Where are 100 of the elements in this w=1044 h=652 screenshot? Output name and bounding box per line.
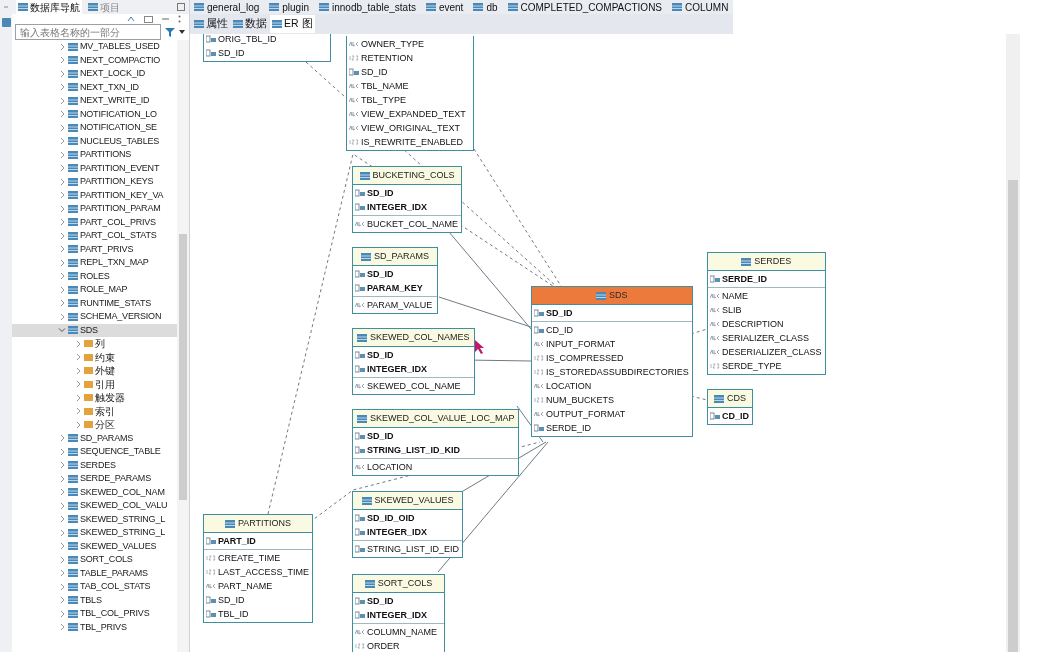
- search-field[interactable]: 输入表格名称的一部分: [15, 24, 161, 40]
- tree-item[interactable]: PART_COL_PRIVS: [12, 215, 177, 229]
- editor-tab[interactable]: COMPLETED_COMPACTIONS: [507, 0, 663, 14]
- editor-tab[interactable]: event: [425, 0, 464, 14]
- entity-card[interactable]: BUCKETING_COLS SD_ID INTEGER_IDX BUCKET_COL_NAME: [352, 166, 463, 233]
- editor-tab[interactable]: COLUMN: [672, 0, 729, 14]
- tree-item[interactable]: TBL_COL_PRIVS: [12, 607, 177, 621]
- dropdown-caret-icon[interactable]: [179, 30, 185, 34]
- entity-card[interactable]: SD_PARAMS SD_ID PARAM_KEY PARAM_VALUE: [352, 247, 438, 314]
- tree-item[interactable]: TBLS: [12, 593, 177, 607]
- scrollbar[interactable]: [1006, 34, 1020, 652]
- tree-item[interactable]: PART_PRIVS: [12, 242, 177, 256]
- tree-item[interactable]: NUCLEUS_TABLES: [12, 134, 177, 148]
- table-icon: [68, 312, 78, 321]
- tree-item[interactable]: NEXT_TXN_ID: [12, 80, 177, 94]
- text-type-icon: [710, 307, 720, 313]
- view-tab[interactable]: ER 图: [270, 15, 315, 33]
- editor-tab[interactable]: plugin: [269, 0, 309, 14]
- editor-tab[interactable]: db: [473, 0, 498, 14]
- editor-tab[interactable]: innodb_table_stats: [318, 0, 416, 14]
- database-icon[interactable]: [1, 18, 11, 27]
- tree-item[interactable]: 外键: [12, 364, 177, 378]
- entity-card[interactable]: PARTITIONS PART_ID CREATE_TIME LAST_ACCESS_TIME PART_NAME SD_ID TBL_ID: [203, 514, 314, 623]
- tree-item[interactable]: NOTIFICATION_SE: [12, 121, 177, 135]
- tree-item[interactable]: NEXT_COMPACTIO: [12, 53, 177, 67]
- tree-item[interactable]: PARTITION_KEY_VA: [12, 188, 177, 202]
- scrollbar-thumb[interactable]: [1008, 180, 1018, 652]
- column-name: IS_REWRITE_ENABLED: [361, 136, 464, 149]
- entity-card[interactable]: SKEWED_COL_NAMES SD_ID INTEGER_IDX SKEWED_COL_NAME: [352, 328, 475, 395]
- tree-item[interactable]: 分区: [12, 418, 177, 432]
- column-name: NAME: [722, 290, 748, 303]
- tree-item[interactable]: SERDE_PARAMS: [12, 472, 177, 486]
- table-icon: [361, 496, 372, 505]
- entity-card[interactable]: CDS CD_ID: [707, 389, 753, 425]
- tree-item[interactable]: SEQUENCE_TABLE: [12, 445, 177, 459]
- tree-item[interactable]: 列: [12, 337, 177, 351]
- tree-item[interactable]: PARTITIONS: [12, 148, 177, 162]
- tree-item[interactable]: SKEWED_COL_VALU: [12, 499, 177, 513]
- table-icon: [68, 474, 78, 483]
- key-column-icon: [355, 446, 365, 454]
- tree-item[interactable]: SKEWED_STRING_L: [12, 512, 177, 526]
- tree-item[interactable]: NEXT_WRITE_ID: [12, 94, 177, 108]
- maximize-icon[interactable]: [177, 3, 185, 11]
- entity-card[interactable]: OWNER_TYPE RETENTION SD_ID TBL_NAME TBL_TYPE VIEW_EXPANDED_TEXT VIEW_ORIGINAL_TEXT IS_REWRITE_ENABLED: [346, 36, 474, 151]
- tree-item[interactable]: SD_PARAMS: [12, 431, 177, 445]
- table-icon: [359, 171, 370, 180]
- tree-item[interactable]: TBL_PRIVS: [12, 620, 177, 634]
- column-name: TBL_ID: [218, 608, 249, 621]
- text-type-icon: [355, 383, 365, 389]
- panel-tab[interactable]: 数据库导航: [16, 0, 82, 14]
- tree-item[interactable]: 约束: [12, 350, 177, 364]
- tree-item[interactable]: REPL_TXN_MAP: [12, 256, 177, 270]
- column-name: INTEGER_IDX: [367, 526, 427, 539]
- entity-card[interactable]: SERDES SERDE_ID NAME SLIB DESCRIPTION SERIALIZER_CLASS DESERIALIZER_CLASS SERDE_TYPE: [707, 252, 826, 375]
- tree-item[interactable]: SKEWED_STRING_L: [12, 526, 177, 540]
- tree-item[interactable]: TABLE_PARAMS: [12, 566, 177, 580]
- entity-card[interactable]: SKEWED_VALUES SD_ID_OID INTEGER_IDX STRING_LIST_ID_EID: [352, 491, 464, 558]
- minimize-icon[interactable]: [3, 4, 9, 10]
- tree-item[interactable]: NOTIFICATION_LO: [12, 107, 177, 121]
- tree-label: ROLE_MAP: [80, 283, 128, 296]
- entity-card[interactable]: SKEWED_COL_VALUE_LOC_MAP SD_ID STRING_LIST_ID_KID LOCATION: [352, 409, 520, 476]
- collapse-all-icon[interactable]: [161, 15, 170, 23]
- tree-item[interactable]: NEXT_LOCK_ID: [12, 67, 177, 81]
- tree-item[interactable]: TAB_COL_STATS: [12, 580, 177, 594]
- tree-label: TABLE_PARAMS: [80, 566, 148, 580]
- editor-tab[interactable]: general_log: [194, 0, 260, 14]
- scrollbar[interactable]: [177, 40, 189, 652]
- entity-card[interactable]: SORT_COLS SD_ID INTEGER_IDX COLUMN_NAME ORDER: [352, 574, 445, 652]
- tree-item[interactable]: SCHEMA_VERSION: [12, 310, 177, 324]
- text-type-icon: [355, 464, 365, 470]
- tree-item[interactable]: SKEWED_VALUES: [12, 539, 177, 553]
- table-icon: [68, 582, 78, 591]
- table-icon: [68, 488, 78, 497]
- tree-item[interactable]: PARTITION_EVENT: [12, 161, 177, 175]
- tree-item[interactable]: 触发器: [12, 391, 177, 405]
- tree-item[interactable]: SKEWED_COL_NAM: [12, 485, 177, 499]
- tree-item[interactable]: SERDES: [12, 458, 177, 472]
- scrollbar-thumb[interactable]: [179, 234, 187, 500]
- table-icon: [361, 252, 372, 261]
- tree-item[interactable]: 引用: [12, 377, 177, 391]
- tree-item[interactable]: SORT_COLS: [12, 553, 177, 567]
- column-name: NUM_BUCKETS: [546, 394, 614, 407]
- number-type-icon: [206, 555, 216, 561]
- tree-item[interactable]: PARTITION_PARAM: [12, 202, 177, 216]
- tree-item[interactable]: SDS: [12, 323, 177, 337]
- tree-label: 索引: [95, 404, 115, 419]
- entity-card[interactable]: SDS SD_ID CD_ID INPUT_FORMAT IS_COMPRESSED IS_STOREDASSUBDIRECTORIES LOCATION NUM_BUCKETS OUTPUT_FORMAT SERDE_ID: [531, 286, 693, 437]
- table-icon: [714, 394, 724, 403]
- tree-item[interactable]: ROLE_MAP: [12, 283, 177, 297]
- tree-item[interactable]: MV_TABLES_USED: [12, 40, 177, 54]
- folder-outline-icon[interactable]: [144, 15, 153, 23]
- more-icon[interactable]: [178, 15, 181, 23]
- filter-icon[interactable]: [165, 27, 175, 37]
- tree-item[interactable]: ROLES: [12, 269, 177, 283]
- table-icon: [68, 569, 78, 578]
- tree-item[interactable]: PARTITION_KEYS: [12, 175, 177, 189]
- tree-item[interactable]: PART_COL_STATS: [12, 229, 177, 243]
- tree-item[interactable]: RUNTIME_STATS: [12, 296, 177, 310]
- entity-card[interactable]: ORIG_TBL_ID SD_ID: [203, 34, 331, 62]
- tree-item[interactable]: 索引: [12, 404, 177, 418]
